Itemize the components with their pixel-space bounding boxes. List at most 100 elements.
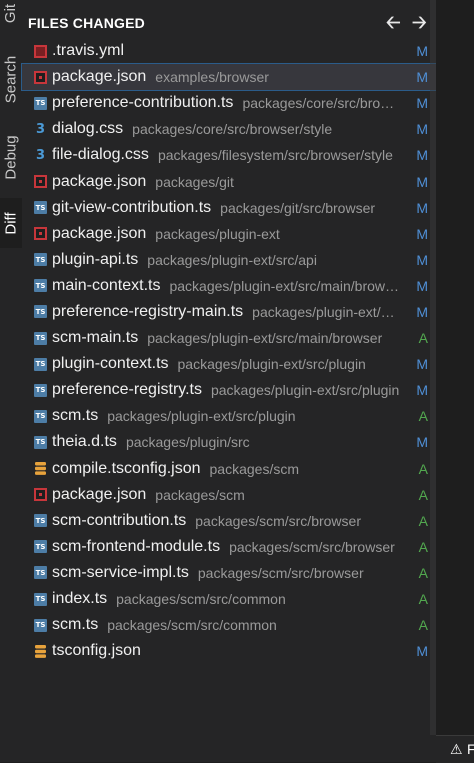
file-status-badge: M	[416, 43, 428, 60]
file-path: packages/scm/src/browser	[197, 564, 364, 581]
file-name: .travis.yml	[52, 42, 124, 60]
file-status-badge: A	[418, 512, 428, 529]
file-row[interactable]: compile.tsconfig.json packages/scm A	[22, 456, 436, 482]
file-status-badge: A	[418, 538, 428, 555]
file-name: theia.d.ts	[52, 433, 117, 451]
file-name: file-dialog.css	[52, 146, 149, 164]
file-status-badge: A	[418, 617, 428, 634]
tab-git[interactable]: Git	[0, 0, 22, 40]
status-bar-fragment: ⚠ F	[436, 735, 474, 763]
file-row[interactable]: TS main-context.ts packages/plugin-ext/src…	[22, 273, 436, 299]
file-row[interactable]: TS preference-registry-main.ts packages/pl…	[22, 299, 436, 325]
file-row[interactable]: 3 dialog.css packages/core/src/browser/sty…	[22, 116, 436, 142]
file-name: plugin-api.ts	[52, 250, 139, 268]
file-row[interactable]: package.json examples/browser M	[21, 63, 437, 92]
file-status-badge: M	[416, 434, 428, 451]
json-config-icon	[34, 644, 47, 658]
file-name: scm.ts	[52, 616, 99, 634]
typescript-file-icon: TS	[34, 201, 47, 215]
typescript-file-icon: TS	[34, 618, 47, 632]
file-row[interactable]: TS scm.ts packages/plugin-ext/src/plugin A	[22, 403, 436, 429]
css-file-icon: 3	[35, 147, 46, 163]
file-status-badge: M	[416, 382, 428, 399]
file-name: compile.tsconfig.json	[52, 459, 201, 477]
file-path: examples/browser	[155, 69, 269, 86]
file-path: packages/scm/src/browser	[195, 512, 361, 529]
file-path: packages/core/src/bro…	[242, 95, 395, 112]
file-path: packages/plugin/src	[125, 434, 250, 451]
arrow-left-icon[interactable]: 🡠	[386, 10, 401, 40]
typescript-file-icon: TS	[34, 253, 47, 267]
file-status-badge: A	[418, 486, 428, 503]
file-name: preference-registry.ts	[52, 381, 202, 399]
file-path: packages/core/src/browser/style	[132, 121, 333, 138]
tab-debug[interactable]: Debug	[0, 126, 22, 188]
file-row[interactable]: TS theia.d.ts packages/plugin/src M	[22, 429, 436, 455]
tab-search[interactable]: Search	[0, 48, 22, 110]
warning-icon[interactable]: ⚠	[450, 741, 463, 758]
file-row[interactable]: TS scm-service-impl.ts packages/scm/src/br…	[22, 560, 436, 586]
file-path: packages/plugin-ext/src/plugin	[107, 408, 296, 425]
file-name: git-view-contribution.ts	[52, 198, 212, 216]
file-row[interactable]: TS plugin-api.ts packages/plugin-ext/src/a…	[22, 247, 436, 273]
file-status-badge: M	[416, 277, 428, 294]
file-name: package.json	[52, 68, 147, 86]
file-status-badge: A	[418, 330, 428, 347]
typescript-file-icon: TS	[34, 592, 47, 606]
file-name: preference-registry-main.ts	[52, 302, 244, 320]
file-row[interactable]: package.json packages/plugin-ext M	[22, 221, 436, 247]
file-row[interactable]: tsconfig.json M	[22, 638, 436, 664]
file-path: packages/plugin-ext/src/api	[147, 251, 317, 268]
file-row[interactable]: TS scm-contribution.ts packages/scm/src/br…	[22, 508, 436, 534]
file-status-badge: M	[416, 356, 428, 373]
status-bar-label: F	[467, 741, 474, 757]
file-row[interactable]: 3 file-dialog.css packages/filesystem/src/…	[22, 142, 436, 168]
file-name: main-context.ts	[52, 276, 161, 294]
arrow-right-icon[interactable]: 🡢	[412, 10, 427, 40]
file-path: packages/plugin-ext	[155, 225, 280, 242]
file-row[interactable]: package.json packages/scm A	[22, 482, 436, 508]
file-row[interactable]: TS preference-registry.ts packages/plugin-…	[22, 377, 436, 403]
file-row[interactable]: TS scm-frontend-module.ts packages/scm/src…	[22, 534, 436, 560]
file-row[interactable]: TS scm.ts packages/scm/src/common A	[22, 612, 436, 638]
tab-diff-label: Diff	[2, 211, 20, 235]
typescript-file-icon: TS	[34, 540, 47, 554]
file-row[interactable]: TS git-view-contribution.ts packages/git/s…	[22, 195, 436, 221]
file-row[interactable]: package.json packages/git M	[22, 168, 436, 194]
file-status-badge: M	[416, 147, 428, 164]
file-name: package.json	[52, 485, 147, 503]
file-row[interactable]: TS preference-contribution.ts packages/cor…	[22, 90, 436, 116]
file-status-badge: A	[418, 564, 428, 581]
files-changed-panel: FILES CHANGED 🡠 🡢 .travis.yml Mpackage.js…	[21, 0, 437, 762]
file-status-badge: M	[416, 225, 428, 242]
npm-package-icon	[34, 175, 47, 189]
file-name: tsconfig.json	[52, 642, 141, 660]
file-row[interactable]: TS index.ts packages/scm/src/common A	[22, 586, 436, 612]
file-path: packages/scm	[155, 486, 245, 503]
yaml-file-icon	[34, 44, 47, 58]
file-path: packages/plugin-ext/src/plugin	[210, 382, 400, 399]
file-path: packages/plugin-ext/src/main/brow…	[169, 277, 400, 294]
typescript-file-icon: TS	[34, 566, 47, 580]
npm-package-icon	[34, 488, 47, 502]
file-name: scm-service-impl.ts	[52, 563, 189, 581]
typescript-file-icon: TS	[34, 357, 47, 371]
file-status-badge: M	[416, 643, 428, 660]
file-row[interactable]: TS plugin-context.ts packages/plugin-ext/s…	[22, 351, 436, 377]
file-name: scm-main.ts	[52, 329, 139, 347]
file-name: package.json	[52, 172, 147, 190]
file-path: packages/filesystem/src/browser/style	[157, 147, 393, 164]
file-path: packages/scm/src/common	[107, 617, 277, 634]
file-name: scm.ts	[52, 407, 99, 425]
tab-diff[interactable]: Diff	[0, 198, 22, 248]
file-path: packages/plugin-ext/…	[252, 303, 395, 320]
file-row[interactable]: .travis.yml M	[22, 38, 436, 64]
file-row[interactable]: TS scm-main.ts packages/plugin-ext/src/mai…	[22, 325, 436, 351]
file-path: packages/git	[155, 173, 234, 190]
typescript-file-icon: TS	[34, 435, 47, 449]
file-status-badge: A	[418, 591, 428, 608]
file-name: plugin-context.ts	[52, 355, 169, 373]
file-name: dialog.css	[52, 120, 124, 138]
typescript-file-icon: TS	[34, 96, 47, 110]
file-status-badge: M	[416, 199, 428, 216]
